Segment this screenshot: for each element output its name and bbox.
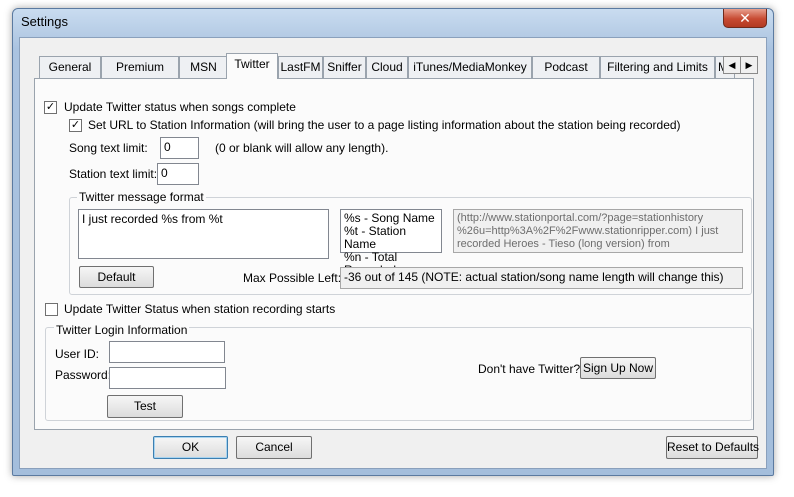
tab-premium[interactable]: Premium bbox=[101, 56, 179, 78]
legend-station-name: %t - Station Name bbox=[344, 224, 407, 251]
tab-itunes-mediamonkey[interactable]: iTunes/MediaMonkey bbox=[408, 56, 532, 78]
update-on-start-checkbox[interactable] bbox=[45, 303, 58, 316]
tab-lastfm[interactable]: LastFM bbox=[278, 56, 323, 78]
tab-podcast[interactable]: Podcast bbox=[532, 56, 600, 78]
default-format-button[interactable]: Default bbox=[79, 266, 154, 288]
dialog-client: General Premium MSN Twitter LastFM Sniff… bbox=[19, 37, 767, 469]
message-format-textarea[interactable]: I just recorded %s from %t bbox=[78, 209, 329, 259]
update-on-start-label: Update Twitter Status when station recor… bbox=[64, 302, 336, 316]
song-limit-label: Song text limit: bbox=[69, 141, 148, 155]
close-icon: ✕ bbox=[739, 10, 751, 26]
password-label: Password: bbox=[55, 368, 112, 382]
test-login-button[interactable]: Test bbox=[107, 395, 183, 418]
preview-line: (http://www.stationportal.com/?page=stat… bbox=[457, 212, 704, 224]
tab-scroll-right-button[interactable]: ▶ bbox=[740, 56, 758, 74]
ok-button[interactable]: OK bbox=[153, 436, 228, 459]
arrow-right-icon: ▶ bbox=[745, 60, 753, 70]
tab-sniffer[interactable]: Sniffer bbox=[323, 56, 366, 78]
tab-twitter[interactable]: Twitter bbox=[226, 53, 278, 79]
station-limit-label: Station text limit: bbox=[69, 167, 158, 181]
max-left-label: Max Possible Left: bbox=[243, 271, 342, 285]
user-id-input[interactable] bbox=[109, 341, 225, 363]
song-limit-input[interactable]: 0 bbox=[160, 137, 199, 159]
window-title: Settings bbox=[21, 14, 68, 29]
message-format-title: Twitter message format bbox=[77, 190, 206, 204]
preview-line: %26u=http%3A%2F%2Fwww.stationripper.com)… bbox=[457, 225, 719, 237]
user-id-label: User ID: bbox=[55, 347, 100, 361]
no-account-text: Don't have Twitter? bbox=[478, 362, 581, 376]
max-left-value: -36 out of 145 (NOTE: actual station/son… bbox=[340, 267, 743, 289]
tab-filtering-limits[interactable]: Filtering and Limits bbox=[600, 56, 715, 78]
password-input[interactable] bbox=[109, 367, 226, 389]
station-limit-input[interactable]: 0 bbox=[157, 163, 199, 185]
tab-msn[interactable]: MSN bbox=[179, 56, 228, 78]
preview-line: recorded Heroes - Tieso (long version) f… bbox=[457, 238, 670, 252]
arrow-left-icon: ◀ bbox=[728, 60, 736, 70]
close-button[interactable]: ✕ bbox=[723, 9, 767, 28]
sign-up-button[interactable]: Sign Up Now bbox=[580, 357, 656, 379]
tab-general[interactable]: General bbox=[39, 56, 101, 78]
reset-defaults-button[interactable]: Reset to Defaults bbox=[666, 436, 759, 459]
update-status-checkbox[interactable]: ✓ bbox=[44, 101, 57, 114]
settings-window: Settings ✕ General Premium MSN Twitter L… bbox=[12, 8, 774, 476]
set-url-checkbox[interactable]: ✓ bbox=[69, 119, 82, 132]
update-status-label: Update Twitter status when songs complet… bbox=[64, 100, 296, 114]
tab-scroll-left-button[interactable]: ◀ bbox=[723, 56, 741, 74]
cancel-button[interactable]: Cancel bbox=[236, 436, 312, 459]
format-legend: %s - Song Name %t - Station Name %n - To… bbox=[340, 209, 442, 277]
twitter-tab-panel: ✓ Update Twitter status when songs compl… bbox=[34, 78, 754, 430]
song-limit-hint: (0 or blank will allow any length). bbox=[215, 141, 389, 155]
set-url-label: Set URL to Station Information (will bri… bbox=[88, 118, 681, 132]
tab-cloud[interactable]: Cloud bbox=[366, 56, 408, 78]
login-group-title: Twitter Login Information bbox=[54, 323, 190, 337]
message-preview: (http://www.stationportal.com/?page=stat… bbox=[453, 209, 743, 253]
